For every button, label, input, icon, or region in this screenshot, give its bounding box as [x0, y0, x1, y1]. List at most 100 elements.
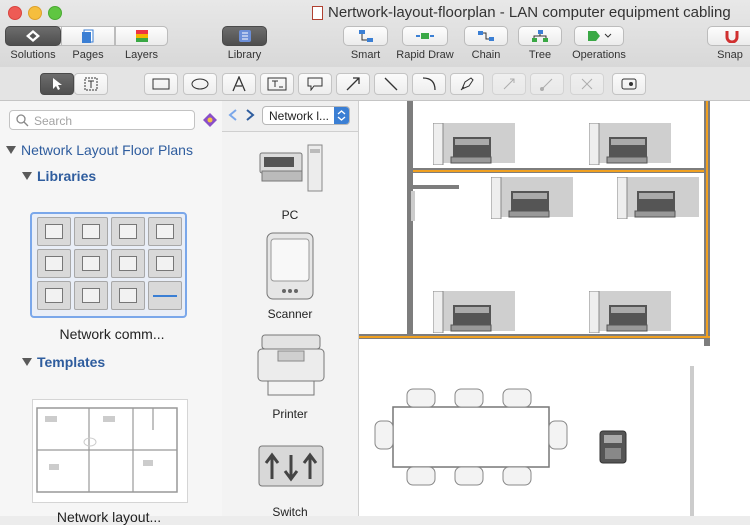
chevron-left-icon[interactable]	[228, 109, 238, 121]
arc-tool-button[interactable]	[412, 73, 446, 95]
text-box-select-icon	[84, 77, 98, 91]
connector-icon	[503, 78, 515, 90]
operations-icon	[588, 31, 612, 41]
window-titlebar: Nertwork-layout-floorplan - LAN computer…	[0, 0, 750, 77]
libraries-label: Libraries	[37, 168, 97, 184]
workstation-desk[interactable]	[490, 176, 573, 220]
format-tool-button[interactable]	[612, 73, 646, 95]
operations-button[interactable]	[574, 26, 624, 46]
snap-button[interactable]	[707, 26, 750, 46]
library-shape-preview	[74, 281, 108, 310]
text-a-icon	[232, 76, 246, 92]
library-button[interactable]	[222, 26, 267, 46]
layers-icon	[135, 30, 148, 42]
scissors-tool-button[interactable]	[570, 73, 604, 95]
workstation-desk[interactable]	[616, 176, 699, 220]
disclosure-triangle-icon	[6, 146, 16, 154]
solutions-label: Solutions	[10, 49, 56, 61]
callout-icon	[307, 77, 323, 91]
library-selector-dropdown[interactable]: Network l...	[262, 106, 350, 125]
library-label: Library	[227, 49, 262, 61]
library-item-label: Scanner	[267, 307, 313, 321]
chevron-right-icon[interactable]	[245, 109, 255, 121]
minimize-window-button[interactable]	[28, 6, 42, 20]
library-icon	[238, 30, 251, 42]
text-select-tool-button[interactable]	[74, 73, 108, 95]
format-shape-icon	[621, 78, 637, 90]
pen-tool-button[interactable]	[450, 73, 484, 95]
libraries-group[interactable]: Libraries	[22, 168, 96, 184]
document-icon	[312, 6, 323, 20]
pages-icon	[82, 29, 94, 43]
scanner-shape-icon[interactable]	[265, 231, 315, 303]
template-thumbnail[interactable]	[32, 399, 188, 503]
ellipse-icon	[191, 78, 209, 90]
workstation-desk[interactable]	[432, 122, 515, 166]
library-shape-preview	[148, 217, 182, 246]
library-shape-preview	[111, 249, 145, 278]
library-item-label: PC	[281, 208, 299, 222]
ellipse-tool-button[interactable]	[183, 73, 217, 95]
switch-shape-icon[interactable]	[258, 445, 324, 487]
text-box-tool-button[interactable]	[260, 73, 294, 95]
library-shape-preview	[148, 249, 182, 278]
workstation-desk[interactable]	[432, 290, 515, 334]
disclosure-triangle-icon	[22, 172, 32, 180]
library-shape-preview	[148, 281, 182, 310]
line-icon	[384, 77, 398, 91]
solutions-settings-icon[interactable]	[202, 112, 218, 128]
phone-shape-icon[interactable]	[599, 430, 627, 464]
floorplan-template-preview	[36, 407, 178, 493]
layers-label: Layers	[124, 49, 159, 61]
text-tool-button[interactable]	[222, 73, 256, 95]
workstation-desk[interactable]	[588, 290, 671, 334]
pc-shape-icon[interactable]	[256, 143, 326, 193]
tree-icon	[532, 30, 548, 42]
text-box-icon	[267, 77, 287, 91]
snap-label: Snap	[717, 49, 743, 61]
library-shape-preview	[37, 281, 71, 310]
drawing-canvas[interactable]	[359, 101, 750, 516]
rectangle-tool-button[interactable]	[144, 73, 178, 95]
tree-button[interactable]	[518, 26, 562, 46]
layers-button[interactable]	[115, 26, 168, 46]
drawing-tools-bar	[0, 67, 750, 101]
printer-shape-icon[interactable]	[256, 333, 326, 399]
line-tool-button[interactable]	[374, 73, 408, 95]
pages-label: Pages	[72, 49, 104, 61]
library-shape-preview	[111, 217, 145, 246]
snap-magnet-icon	[725, 31, 739, 43]
arc-icon	[422, 77, 436, 91]
close-window-button[interactable]	[8, 6, 22, 20]
library-item-label: Switch	[272, 505, 308, 519]
window-title: Nertwork-layout-floorplan - LAN computer…	[328, 4, 731, 21]
chain-icon	[478, 31, 494, 41]
arrow-pointer-icon	[53, 78, 62, 90]
rapid-draw-icon	[416, 33, 434, 39]
smart-button[interactable]	[343, 26, 388, 46]
templates-group[interactable]: Templates	[22, 354, 105, 370]
pages-button[interactable]	[61, 26, 115, 46]
search-input[interactable]: Search	[9, 110, 195, 130]
conference-table-shape[interactable]	[373, 383, 573, 507]
arrow-tool-button[interactable]	[336, 73, 370, 95]
library-nav-bar: Network l...	[222, 101, 358, 132]
callout-tool-button[interactable]	[298, 73, 332, 95]
scissors-icon	[581, 78, 593, 90]
section-network-layout-floor-plans[interactable]: Network Layout Floor Plans	[6, 142, 193, 158]
library-shape-preview	[37, 217, 71, 246]
pen-icon	[460, 77, 474, 91]
library-shape-preview	[111, 281, 145, 310]
workstation-desk[interactable]	[588, 122, 671, 166]
zoom-window-button[interactable]	[48, 6, 62, 20]
rapid-draw-button[interactable]	[402, 26, 448, 46]
connector-tool-button[interactable]	[492, 73, 526, 95]
chain-button[interactable]	[464, 26, 508, 46]
library-item-label: Printer	[272, 407, 308, 421]
search-icon	[16, 114, 29, 127]
select-tool-button[interactable]	[40, 73, 74, 95]
library-item-label: Network comm...	[59, 326, 165, 342]
solutions-button[interactable]	[5, 26, 61, 46]
smart-connector-tool-button[interactable]	[530, 73, 564, 95]
library-thumbnail[interactable]	[30, 212, 187, 318]
